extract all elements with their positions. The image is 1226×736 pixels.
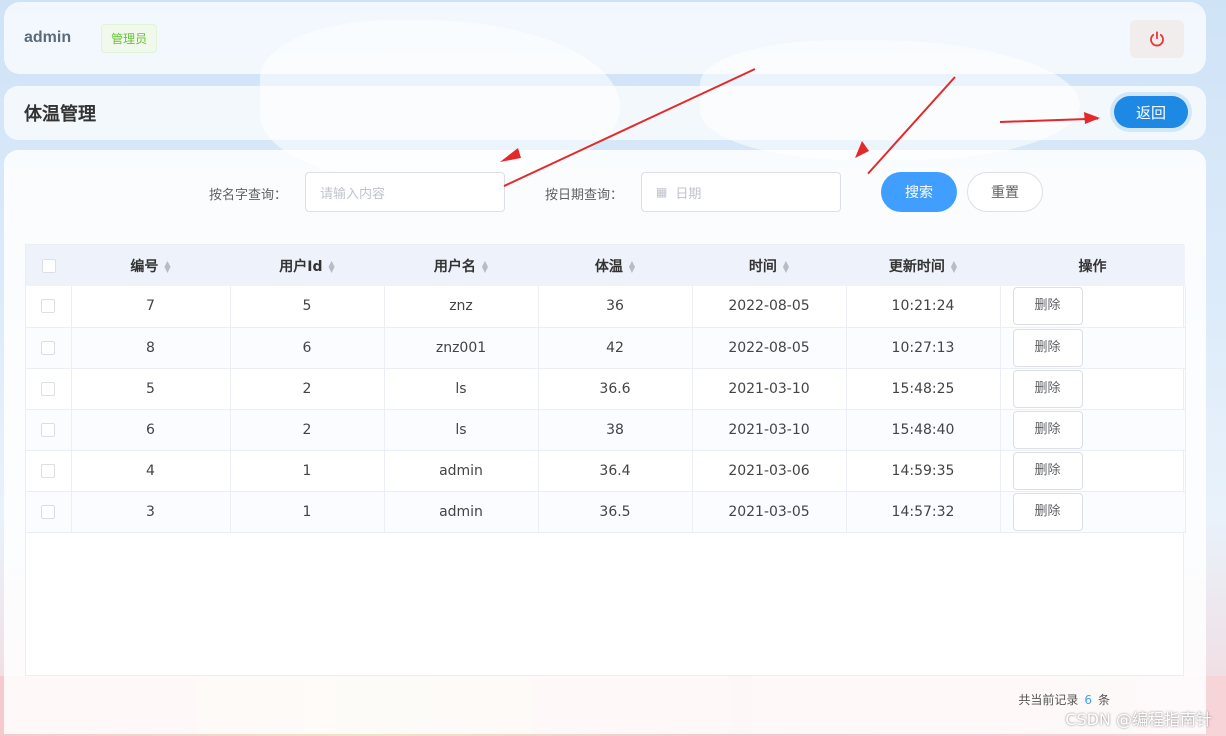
annotation-arrowheads — [500, 112, 1100, 162]
arrowhead — [1084, 112, 1100, 124]
arrowhead — [500, 148, 521, 162]
arrowhead — [855, 141, 869, 158]
